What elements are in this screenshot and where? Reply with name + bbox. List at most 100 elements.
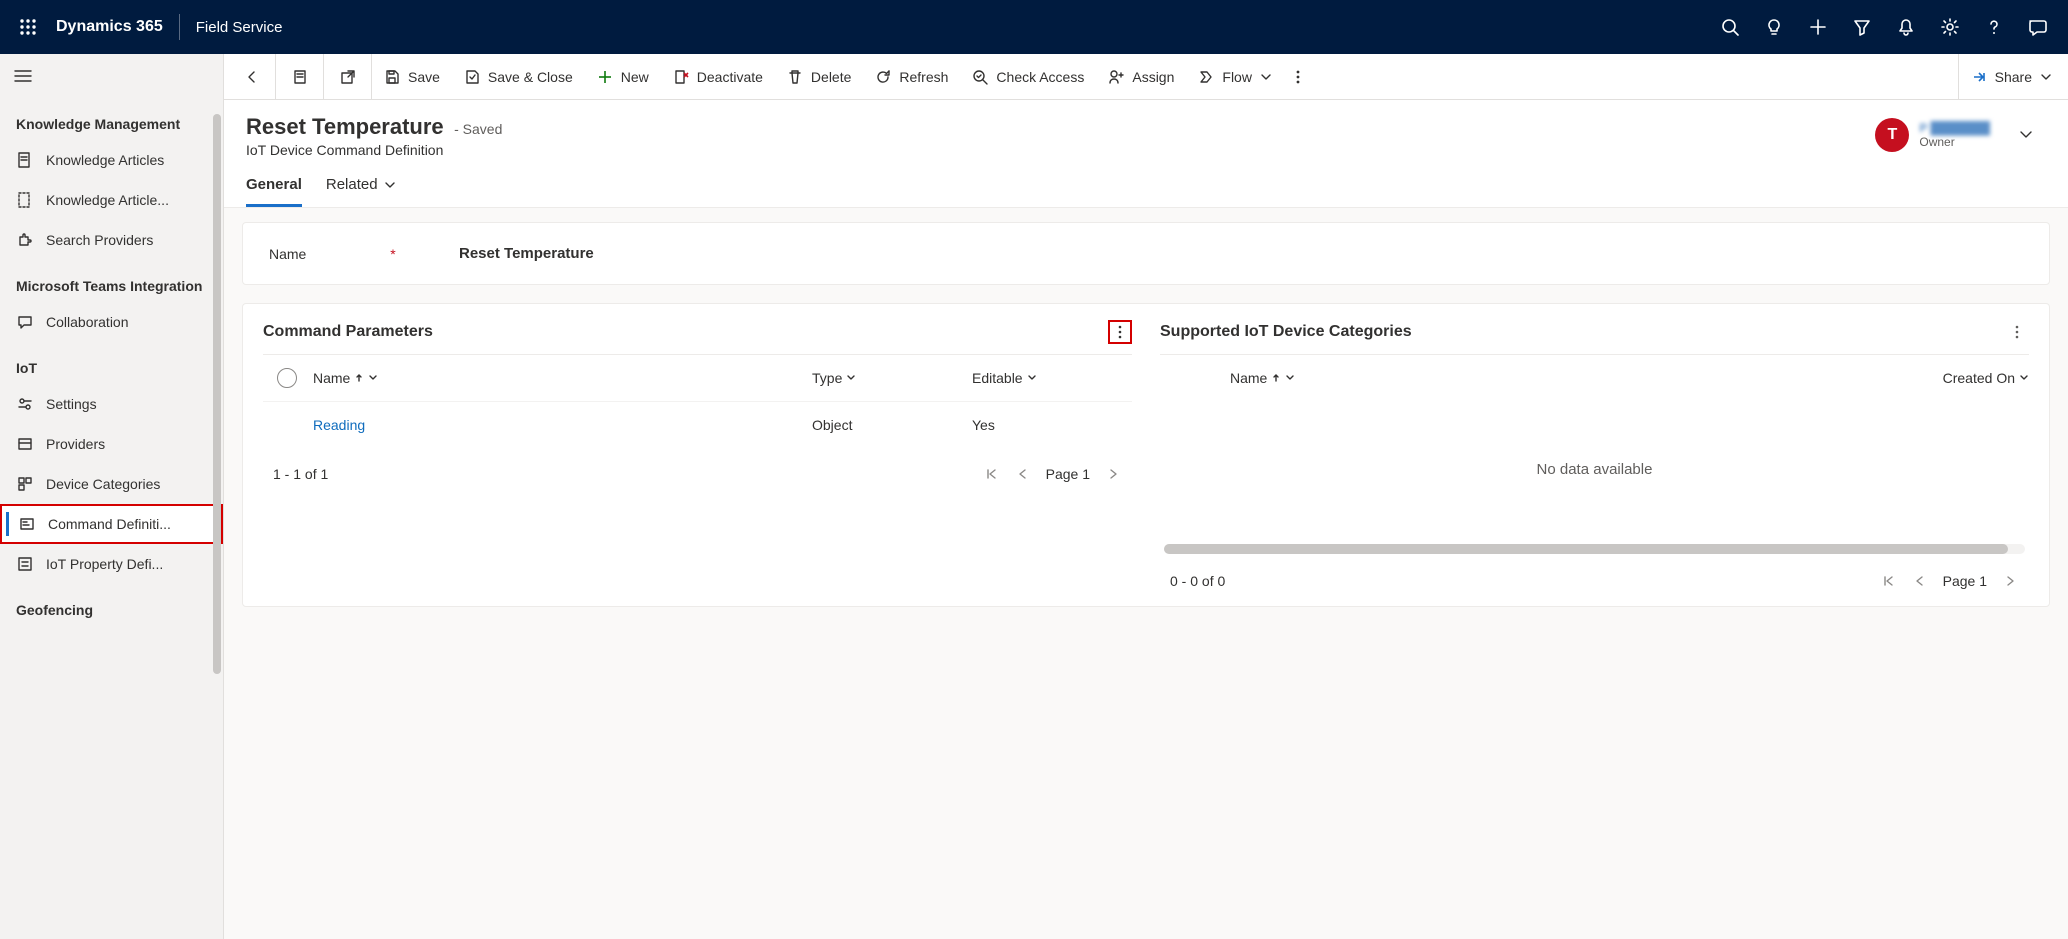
assign-button[interactable]: Assign <box>1096 54 1186 100</box>
prev-page-icon[interactable] <box>1911 572 1929 590</box>
nav-item-label: Device Categories <box>46 476 160 492</box>
app-launcher-icon[interactable] <box>8 7 48 47</box>
owner-name: P ███████ <box>1919 121 1990 135</box>
page-indicator: Page 1 <box>1943 573 1987 589</box>
sidebar-scrollbar[interactable] <box>213 114 221 674</box>
next-page-icon[interactable] <box>2001 572 2019 590</box>
refresh-label: Refresh <box>899 69 948 85</box>
col-name[interactable]: Name <box>1230 370 1809 386</box>
label-text: Name <box>269 246 306 262</box>
more-vertical-icon <box>1296 69 1300 85</box>
page-indicator: Page 1 <box>1046 466 1090 482</box>
tab-label: General <box>246 176 302 193</box>
refresh-icon <box>875 69 891 85</box>
horizontal-scrollbar[interactable] <box>1164 544 2025 554</box>
delete-button[interactable]: Delete <box>775 54 863 100</box>
col-type[interactable]: Type <box>812 370 972 386</box>
save-close-button[interactable]: Save & Close <box>452 54 585 100</box>
table-row[interactable]: Reading Object Yes <box>263 401 1132 447</box>
new-button[interactable]: New <box>585 54 661 100</box>
subgrid-more-button[interactable] <box>2005 320 2029 344</box>
page-status: - Saved <box>454 121 502 137</box>
nav-iot-property-definitions[interactable]: IoT Property Defi... <box>0 544 223 584</box>
first-page-icon[interactable] <box>982 465 1000 483</box>
more-vertical-icon <box>2015 324 2019 340</box>
bell-icon[interactable] <box>1884 5 1928 49</box>
search-icon[interactable] <box>1708 5 1752 49</box>
chevron-down-icon <box>1285 373 1295 383</box>
first-page-icon[interactable] <box>1879 572 1897 590</box>
select-all-checkbox[interactable] <box>277 368 297 388</box>
command-icon <box>18 515 36 533</box>
tab-related[interactable]: Related <box>326 166 396 207</box>
nav-item-label: Search Providers <box>46 232 153 248</box>
brand-name[interactable]: Dynamics 365 <box>56 18 163 36</box>
property-icon <box>16 555 34 573</box>
col-created[interactable]: Created On <box>1809 370 2029 386</box>
categories-icon <box>16 475 34 493</box>
params-pager: Page 1 <box>982 465 1122 483</box>
plus-icon <box>597 69 613 85</box>
owner-avatar: T <box>1875 118 1909 152</box>
deactivate-icon <box>673 69 689 85</box>
chevron-down-icon <box>846 373 856 383</box>
flow-button[interactable]: Flow <box>1186 54 1284 100</box>
nav-collaboration[interactable]: Collaboration <box>0 302 223 342</box>
assign-icon <box>1108 69 1124 85</box>
share-button[interactable]: Share <box>1959 54 2064 100</box>
open-new-window-icon[interactable] <box>324 54 372 100</box>
next-page-icon[interactable] <box>1104 465 1122 483</box>
nav-knowledge-articles[interactable]: Knowledge Articles <box>0 140 223 180</box>
device-categories-subgrid: Supported IoT Device Categories Name Cre… <box>1160 320 2029 596</box>
deactivate-button[interactable]: Deactivate <box>661 54 775 100</box>
save-button[interactable]: Save <box>372 54 452 100</box>
name-field-value[interactable]: Reset Temperature <box>459 245 594 262</box>
prev-page-icon[interactable] <box>1014 465 1032 483</box>
col-label: Name <box>313 370 350 386</box>
flow-label: Flow <box>1222 69 1252 85</box>
overflow-button[interactable] <box>1284 54 1312 100</box>
back-button[interactable] <box>228 54 276 100</box>
subgrid-more-button[interactable] <box>1108 320 1132 344</box>
nav-item-label: Collaboration <box>46 314 129 330</box>
flow-icon <box>1198 69 1214 85</box>
tab-label: Related <box>326 176 378 193</box>
more-vertical-icon <box>1118 324 1122 340</box>
nav-iot-settings[interactable]: Settings <box>0 384 223 424</box>
command-parameters-subgrid: Command Parameters Name Type Editable <box>263 320 1132 596</box>
subgrid-title: Command Parameters <box>263 323 433 341</box>
add-icon[interactable] <box>1796 5 1840 49</box>
app-name[interactable]: Field Service <box>196 19 283 36</box>
col-editable[interactable]: Editable <box>972 370 1132 386</box>
main-region: Save Save & Close New Deactivate Delete … <box>224 54 2068 939</box>
params-grid: Name Type Editable Reading Object Yes <box>263 354 1132 447</box>
lightbulb-icon[interactable] <box>1752 5 1796 49</box>
help-icon[interactable] <box>1972 5 2016 49</box>
nav-command-definitions[interactable]: Command Definiti... <box>0 504 223 544</box>
chevron-down-icon <box>1027 373 1037 383</box>
check-access-button[interactable]: Check Access <box>960 54 1096 100</box>
activity-icon[interactable] <box>276 54 324 100</box>
chat-icon <box>16 313 34 331</box>
share-label: Share <box>1995 69 2032 85</box>
col-name[interactable]: Name <box>313 370 812 386</box>
nav-search-providers[interactable]: Search Providers <box>0 220 223 260</box>
filter-icon[interactable] <box>1840 5 1884 49</box>
divider <box>179 14 180 40</box>
collapse-nav-icon[interactable] <box>0 54 223 98</box>
assistant-icon[interactable] <box>2016 5 2060 49</box>
nav-knowledge-article-templates[interactable]: Knowledge Article... <box>0 180 223 220</box>
deactivate-label: Deactivate <box>697 69 763 85</box>
sort-asc-icon <box>1271 373 1281 383</box>
tab-general[interactable]: General <box>246 166 302 207</box>
refresh-button[interactable]: Refresh <box>863 54 960 100</box>
nav-iot-providers[interactable]: Providers <box>0 424 223 464</box>
nav-device-categories[interactable]: Device Categories <box>0 464 223 504</box>
owner-block[interactable]: T P ███████ Owner <box>1875 114 1990 152</box>
settings-gear-icon[interactable] <box>1928 5 1972 49</box>
header-expand-chevron[interactable] <box>2006 114 2046 154</box>
article-draft-icon <box>16 191 34 209</box>
save-label: Save <box>408 69 440 85</box>
cats-pager: Page 1 <box>1879 572 2019 590</box>
row-name-link[interactable]: Reading <box>313 417 812 433</box>
